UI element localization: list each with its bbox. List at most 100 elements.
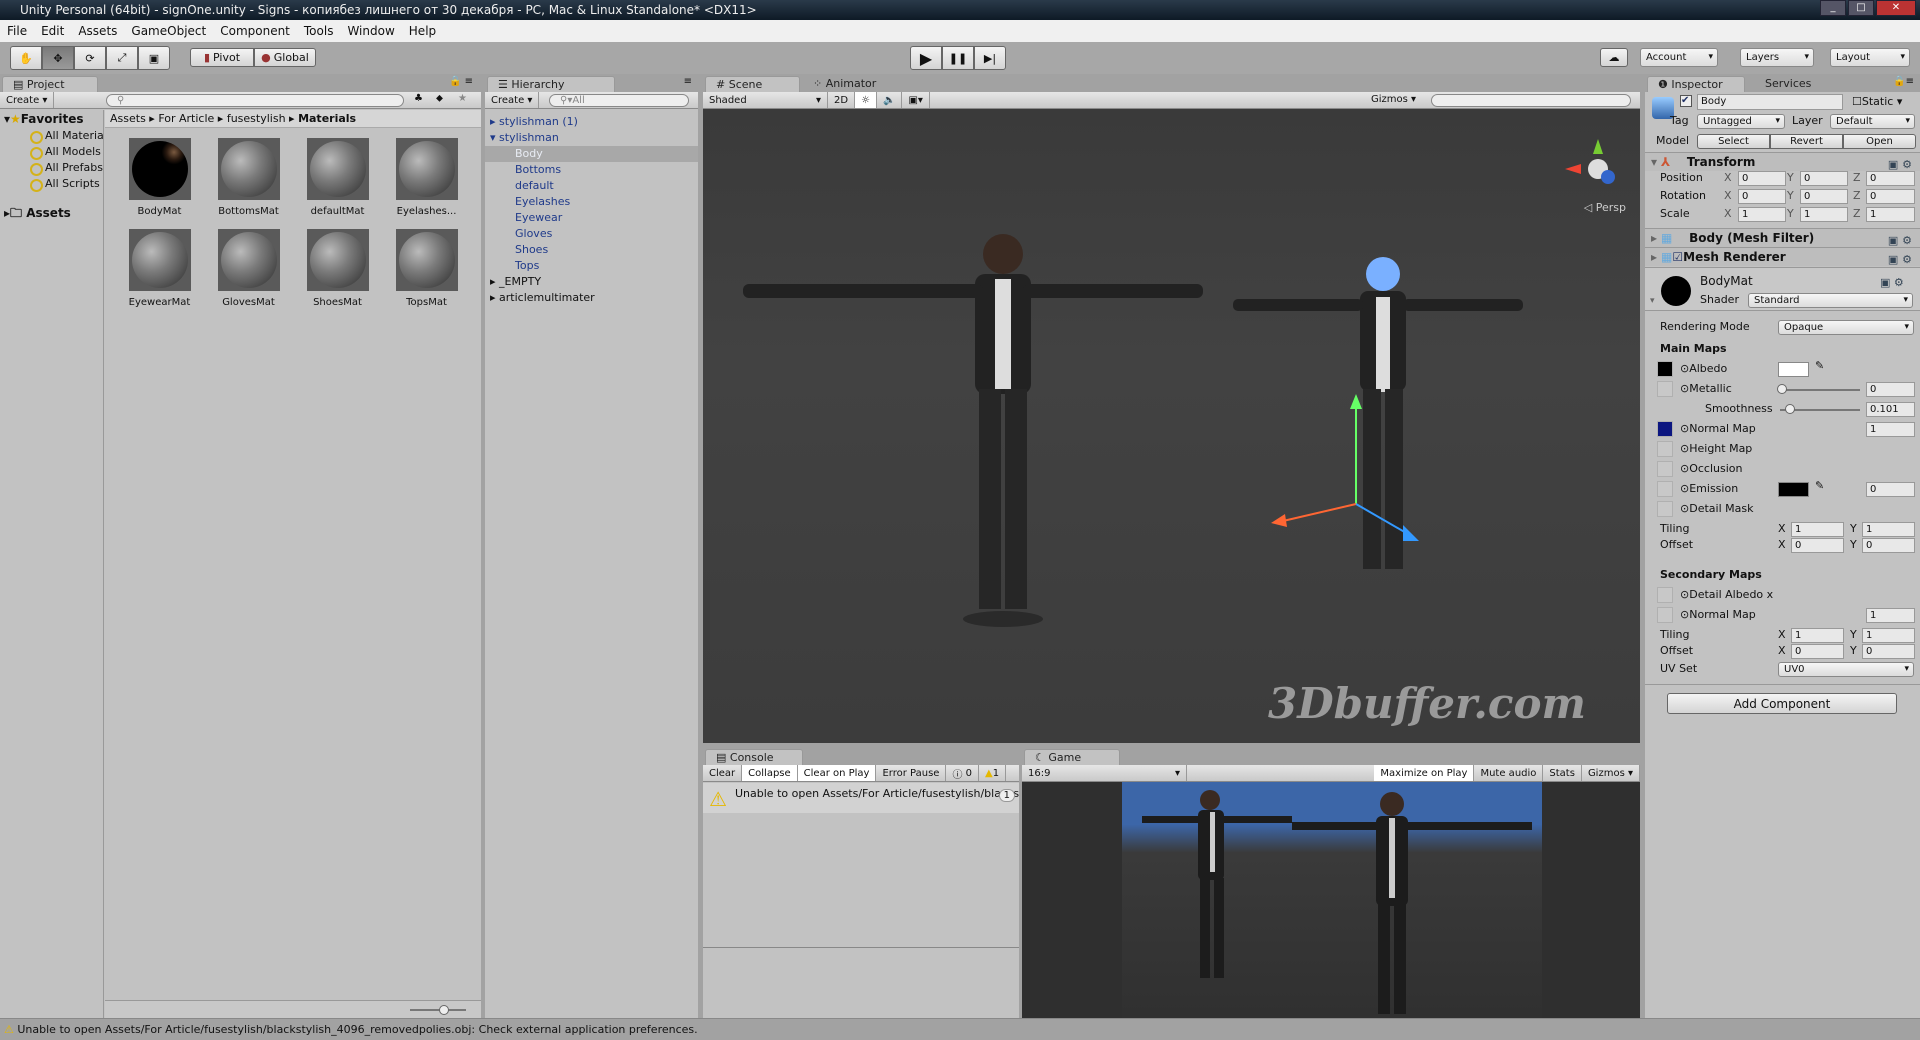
hierarchy-item-articlemultimater[interactable]: ▸ articlemultimater xyxy=(485,290,698,306)
model-select-button[interactable]: Select xyxy=(1697,134,1770,149)
status-bar[interactable]: ⚠ Unable to open Assets/For Article/fuse… xyxy=(0,1018,1920,1040)
rect-tool-icon[interactable]: ▣ xyxy=(138,46,170,70)
detail-albedo-texture-slot[interactable] xyxy=(1657,587,1673,603)
smoothness-input[interactable]: 0.101 xyxy=(1866,402,1915,417)
asset-shoesmat[interactable]: ShoesMat xyxy=(293,229,382,308)
breadcrumb-assets[interactable]: Assets xyxy=(110,112,146,125)
menu-gameobject[interactable]: GameObject xyxy=(124,24,213,38)
move-tool-icon[interactable]: ✥ xyxy=(42,46,74,70)
tab-hierarchy[interactable]: ☰ Hierarchy xyxy=(487,76,615,92)
menu-window[interactable]: Window xyxy=(340,24,401,38)
lock-icon[interactable]: 🔒 ≡ xyxy=(449,76,473,87)
effects-dropdown-icon[interactable]: ▣▾ xyxy=(902,92,930,108)
project-create-button[interactable]: Create ▾ xyxy=(0,92,55,108)
metallic-slider-handle[interactable] xyxy=(1777,384,1787,394)
game-view[interactable] xyxy=(1022,782,1640,1018)
play-button[interactable]: ▶ xyxy=(910,46,942,70)
hierarchy-item-bottoms[interactable]: Bottoms xyxy=(485,162,698,178)
smoothness-slider-handle[interactable] xyxy=(1785,404,1795,414)
fav-all-prefabs[interactable]: All Prefabs xyxy=(0,160,103,176)
step-button[interactable]: ▶| xyxy=(974,46,1006,70)
2d-toggle[interactable]: 2D xyxy=(828,92,856,108)
occlusion-texture-slot[interactable] xyxy=(1657,461,1673,477)
tab-animator[interactable]: ⁘ Animator xyxy=(803,76,886,92)
stats-toggle[interactable]: Stats xyxy=(1543,765,1582,781)
pivot-button[interactable]: ▮ Pivot xyxy=(190,48,254,67)
scale-tool-icon[interactable]: ⤢ xyxy=(106,46,138,70)
hierarchy-item-empty[interactable]: ▸ _EMPTY xyxy=(485,274,698,290)
position-z-input[interactable]: 0 xyxy=(1866,171,1915,186)
emission-color-swatch[interactable] xyxy=(1778,482,1809,497)
hierarchy-item-eyelashes[interactable]: Eyelashes xyxy=(485,194,698,210)
tiling-y-input[interactable]: 1 xyxy=(1862,522,1915,537)
model-open-button[interactable]: Open xyxy=(1843,134,1916,149)
scale-y-input[interactable]: 1 xyxy=(1800,207,1848,222)
error-filter-toggle[interactable]: ⓘ 0 xyxy=(946,765,980,781)
height-map-texture-slot[interactable] xyxy=(1657,441,1673,457)
position-x-input[interactable]: 0 xyxy=(1738,171,1786,186)
offset2-x-input[interactable]: 0 xyxy=(1791,644,1844,659)
uv-set-dropdown[interactable]: UV0 xyxy=(1778,662,1914,677)
detail-mask-texture-slot[interactable] xyxy=(1657,501,1673,517)
tiling2-y-input[interactable]: 1 xyxy=(1862,628,1915,643)
secondary-normal-texture-slot[interactable] xyxy=(1657,607,1673,623)
rotation-z-input[interactable]: 0 xyxy=(1866,189,1915,204)
metallic-input[interactable]: 0 xyxy=(1866,382,1915,397)
scene-viewport[interactable]: ◁ Persp 3Dbuffer.com xyxy=(703,109,1640,743)
asset-bottomsmat[interactable]: BottomsMat xyxy=(204,138,293,217)
hierarchy-item-body[interactable]: Body xyxy=(485,146,698,162)
scale-z-input[interactable]: 1 xyxy=(1866,207,1915,222)
minimize-button[interactable]: _ xyxy=(1820,0,1846,16)
help-gear-icon[interactable]: ▣ ⚙ xyxy=(1880,276,1912,289)
eyedropper-icon[interactable]: ✎ xyxy=(1815,479,1824,492)
hierarchy-item-default[interactable]: default xyxy=(485,178,698,194)
clear-on-play-button[interactable]: Clear on Play xyxy=(797,765,877,781)
lock-icon[interactable]: 🔒≡ xyxy=(1893,76,1914,87)
favorites-item[interactable]: ▾★Favorites xyxy=(0,110,103,128)
pause-button[interactable]: ❚❚ xyxy=(942,46,974,70)
hierarchy-item-eyewear[interactable]: Eyewear xyxy=(485,210,698,226)
albedo-color-swatch[interactable] xyxy=(1778,362,1809,377)
fav-all-models[interactable]: All Models xyxy=(0,144,103,160)
menu-component[interactable]: Component xyxy=(213,24,297,38)
mute-audio-toggle[interactable]: Mute audio xyxy=(1474,765,1544,781)
asset-topsmat[interactable]: TopsMat xyxy=(382,229,471,308)
menu-help[interactable]: Help xyxy=(402,24,443,38)
offset-y-input[interactable]: 0 xyxy=(1862,538,1915,553)
position-y-input[interactable]: 0 xyxy=(1800,171,1848,186)
normal-map-texture-slot[interactable] xyxy=(1657,421,1673,437)
asset-defaultmat[interactable]: defaultMat xyxy=(293,138,382,217)
emission-input[interactable]: 0 xyxy=(1866,482,1915,497)
normal-scale-input[interactable]: 1 xyxy=(1866,422,1915,437)
eyedropper-icon[interactable]: ✎ xyxy=(1815,359,1824,372)
breadcrumb-fusestylish[interactable]: fusestylish xyxy=(227,112,286,125)
rendering-mode-dropdown[interactable]: Opaque xyxy=(1778,320,1914,335)
persp-label[interactable]: ◁ Persp xyxy=(1584,201,1626,214)
console-log-entry[interactable]: ⚠ Unable to open Assets/For Article/fuse… xyxy=(703,783,1019,813)
model-revert-button[interactable]: Revert xyxy=(1770,134,1843,149)
layers-dropdown[interactable]: Layers xyxy=(1740,48,1814,67)
metallic-texture-slot[interactable] xyxy=(1657,381,1673,397)
tiling2-x-input[interactable]: 1 xyxy=(1791,628,1844,643)
shading-mode-dropdown[interactable]: Shaded ▾ xyxy=(703,92,828,108)
menu-file[interactable]: File xyxy=(0,24,34,38)
maximize-on-play-toggle[interactable]: Maximize on Play xyxy=(1374,765,1475,781)
filter-type-icon[interactable]: ♣ xyxy=(414,93,423,104)
layer-dropdown[interactable]: Default xyxy=(1830,114,1915,129)
console-divider[interactable] xyxy=(703,947,1019,948)
shader-dropdown[interactable]: Standard xyxy=(1748,293,1913,308)
offset-x-input[interactable]: 0 xyxy=(1791,538,1844,553)
layout-dropdown[interactable]: Layout xyxy=(1830,48,1910,67)
rotate-tool-icon[interactable]: ⟳ xyxy=(74,46,106,70)
tab-inspector[interactable]: ❶ Inspector xyxy=(1647,76,1745,92)
asset-eyelashesmat[interactable]: Eyelashes... xyxy=(382,138,471,217)
tiling-x-input[interactable]: 1 xyxy=(1791,522,1844,537)
static-checkbox[interactable]: ☐Static ▾ xyxy=(1852,95,1902,108)
menu-assets[interactable]: Assets xyxy=(71,24,124,38)
breadcrumb-materials[interactable]: Materials xyxy=(298,112,356,125)
scene-gizmos-dropdown[interactable]: Gizmos ▾ xyxy=(1371,94,1416,105)
hierarchy-item-gloves[interactable]: Gloves xyxy=(485,226,698,242)
gameobject-name-input[interactable]: Body xyxy=(1697,94,1843,110)
metallic-slider[interactable] xyxy=(1780,389,1860,391)
rotation-x-input[interactable]: 0 xyxy=(1738,189,1786,204)
